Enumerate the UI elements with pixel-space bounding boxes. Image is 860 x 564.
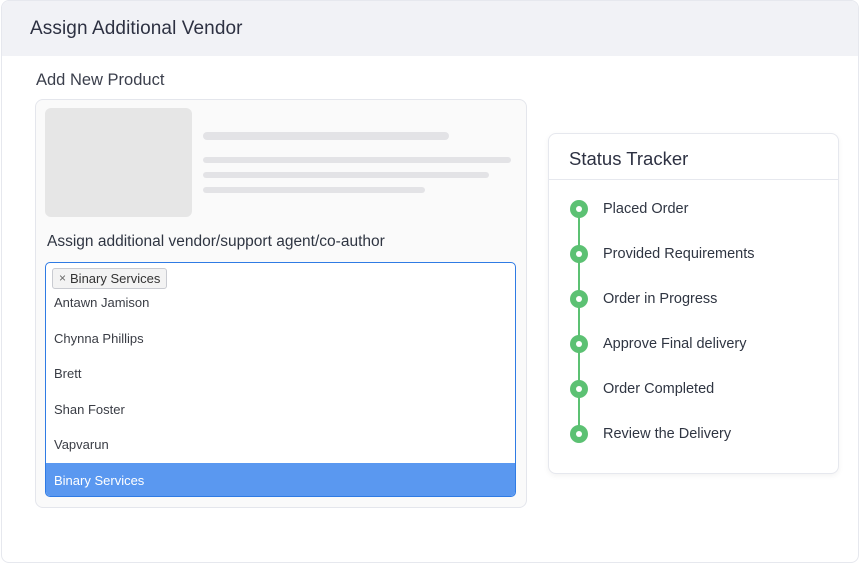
status-tracker-card: Status Tracker Placed Order Provided Req… <box>548 133 839 474</box>
check-dot-icon <box>570 425 588 443</box>
step-label: Placed Order <box>603 201 689 217</box>
step-label: Order Completed <box>603 381 715 397</box>
skeleton-line <box>203 187 425 193</box>
tracker-step: Order Completed <box>570 380 714 398</box>
check-dot-icon <box>570 290 588 308</box>
tracker-step: Approve Final delivery <box>570 335 746 353</box>
skeleton-line <box>203 157 511 163</box>
tracker-step: Order in Progress <box>570 290 717 308</box>
check-dot-icon <box>570 200 588 218</box>
assign-field-label: Assign additional vendor/support agent/c… <box>47 233 385 250</box>
tracker-step: Review the Delivery <box>570 425 731 443</box>
dialog-title: Assign Additional Vendor <box>30 18 243 39</box>
option-item[interactable]: Vapvarun <box>46 427 515 463</box>
tracker-step: Placed Order <box>570 200 688 218</box>
options-list: Antawn Jamison Chynna Phillips Brett Sha… <box>46 285 515 496</box>
vendor-multiselect[interactable]: × Binary Services Antawn Jamison Chynna … <box>45 262 516 497</box>
option-item[interactable]: Brett <box>46 356 515 392</box>
product-image-placeholder <box>45 108 192 217</box>
divider <box>549 179 838 180</box>
option-item[interactable]: Shan Foster <box>46 392 515 428</box>
tracker-title: Status Tracker <box>569 148 689 169</box>
section-title: Add New Product <box>36 71 165 89</box>
skeleton-line <box>203 132 449 140</box>
dialog-header: Assign Additional Vendor <box>2 1 858 56</box>
check-dot-icon <box>570 245 588 263</box>
step-label: Order in Progress <box>603 291 718 307</box>
product-card: Assign additional vendor/support agent/c… <box>35 99 527 508</box>
dialog-frame: Assign Additional Vendor Add New Product… <box>1 0 859 563</box>
tracker-line <box>578 210 580 436</box>
check-dot-icon <box>570 335 588 353</box>
option-item-highlighted[interactable]: Binary Services <box>46 462 515 496</box>
option-item[interactable]: Chynna Phillips <box>46 321 515 357</box>
step-label: Provided Requirements <box>603 246 755 262</box>
option-item[interactable]: Antawn Jamison <box>46 285 515 321</box>
check-dot-icon <box>570 380 588 398</box>
tracker-step: Provided Requirements <box>570 245 755 263</box>
skeleton-line <box>203 172 489 178</box>
step-label: Review the Delivery <box>603 426 732 442</box>
step-label: Approve Final delivery <box>603 336 747 352</box>
